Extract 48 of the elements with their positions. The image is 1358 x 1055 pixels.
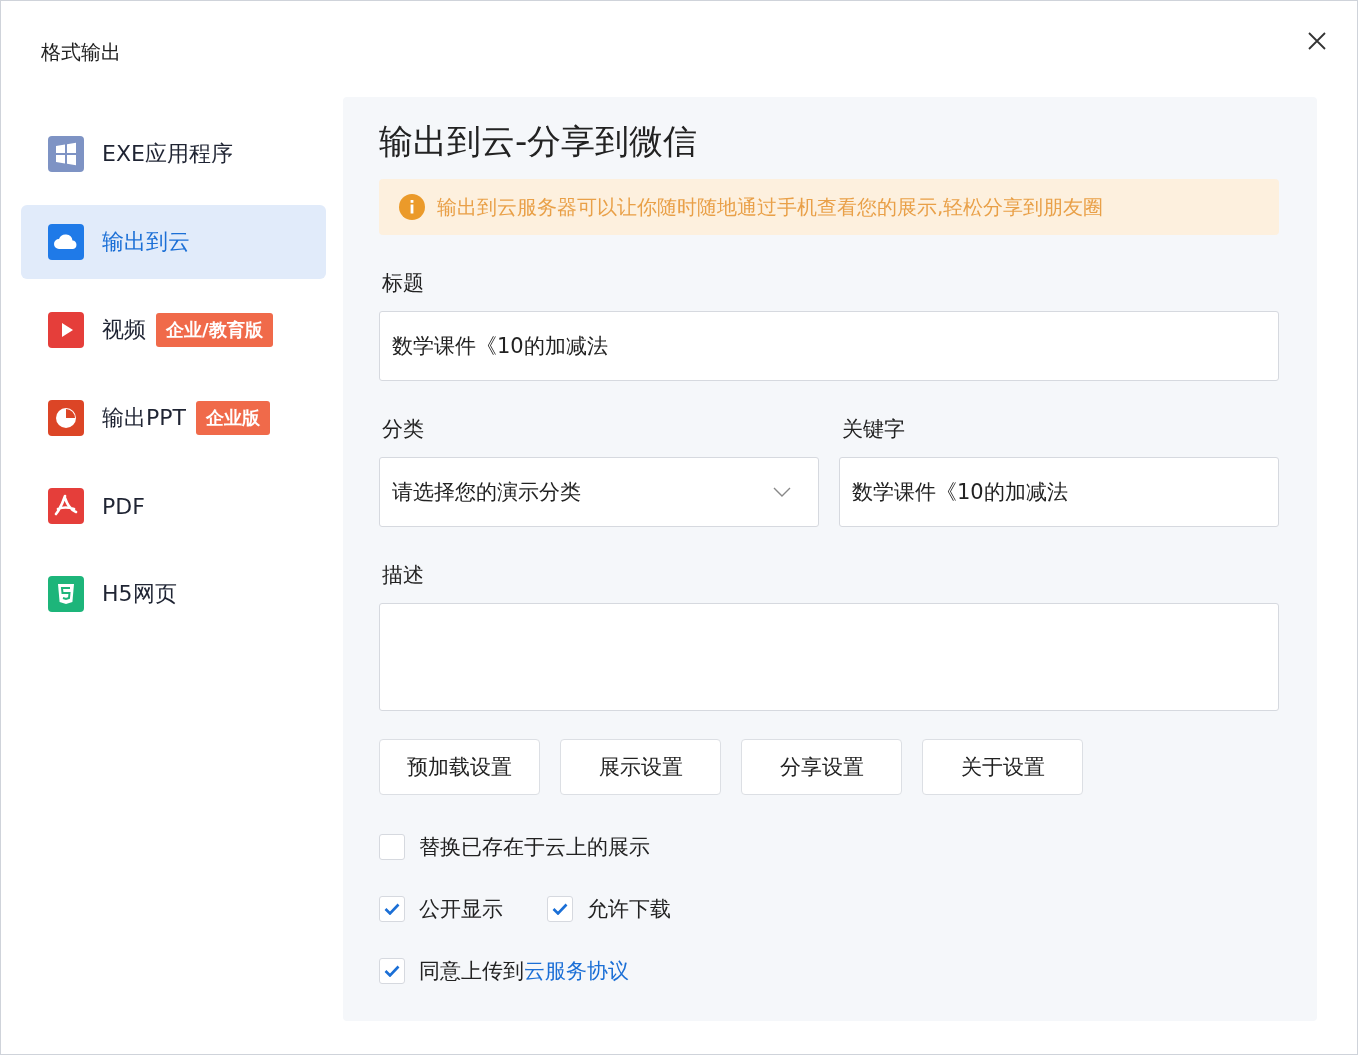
check-icon [384, 965, 400, 977]
settings-button[interactable]: 展示设置 [560, 739, 721, 795]
sidebar-item[interactable]: EXE应用程序 [21, 117, 326, 191]
sidebar-item[interactable]: 视频 企业/教育版 [21, 293, 326, 367]
field-label: 关键字 [842, 416, 906, 443]
panel-heading: 输出到云-分享到微信 [379, 120, 699, 163]
settings-button[interactable]: 分享设置 [741, 739, 902, 795]
play-icon [48, 312, 84, 348]
notice-text: 输出到云服务器可以让你随时随地通过手机查看您的展示,轻松分享到朋友圈 [437, 193, 1104, 221]
check-icon [384, 903, 400, 915]
checkbox-label: 公开显示 [419, 896, 503, 923]
edition-badge: 企业/教育版 [156, 313, 273, 347]
checkbox-label: 替换已存在于云上的展示 [419, 834, 650, 861]
settings-button[interactable]: 关于设置 [922, 739, 1083, 795]
checkbox-label: 允许下载 [587, 896, 671, 923]
sidebar-item-label: 视频 [102, 316, 146, 344]
checkbox[interactable] [379, 958, 405, 984]
sidebar-item[interactable]: 输出到云 [21, 205, 326, 279]
field-label: 分类 [382, 416, 425, 443]
agreement-link[interactable]: 云服务协议 [524, 957, 629, 985]
checkbox[interactable] [547, 896, 573, 922]
info-icon [399, 194, 425, 220]
sidebar-item-label: 输出PPT [102, 404, 186, 432]
cloud-icon [48, 224, 84, 260]
edition-badge: 企业版 [196, 401, 270, 435]
checkbox-label: 同意上传到 [419, 958, 524, 985]
sidebar-item[interactable]: H5网页 [21, 557, 326, 631]
category-dropdown[interactable]: 请选择您的演示分类 [379, 457, 819, 527]
pie-chart-icon [48, 400, 84, 436]
sidebar-item[interactable]: 输出PPT 企业版 [21, 381, 326, 455]
window-title: 格式输出 [41, 39, 121, 66]
chevron-down-icon [772, 486, 792, 498]
sidebar-item-label: H5网页 [102, 580, 177, 608]
checkbox[interactable] [379, 896, 405, 922]
sidebar-item-label: 输出到云 [102, 228, 190, 256]
title-input-field[interactable]: 数学课件《10的加减法 [379, 311, 1279, 381]
sidebar-item-label: PDF [102, 493, 145, 519]
window-grid-icon [48, 136, 84, 172]
sidebar-item-label: EXE应用程序 [102, 140, 233, 168]
checkbox[interactable] [379, 834, 405, 860]
sidebar-item[interactable]: PDF [21, 469, 326, 543]
check-icon [552, 903, 568, 915]
settings-button[interactable]: 预加载设置 [379, 739, 540, 795]
html5-icon [48, 576, 84, 612]
field-label: 描述 [382, 562, 425, 589]
pdf-icon [48, 488, 84, 524]
field-label: 标题 [382, 270, 425, 297]
keywords-input-field[interactable]: 数学课件《10的加减法 [839, 457, 1279, 527]
